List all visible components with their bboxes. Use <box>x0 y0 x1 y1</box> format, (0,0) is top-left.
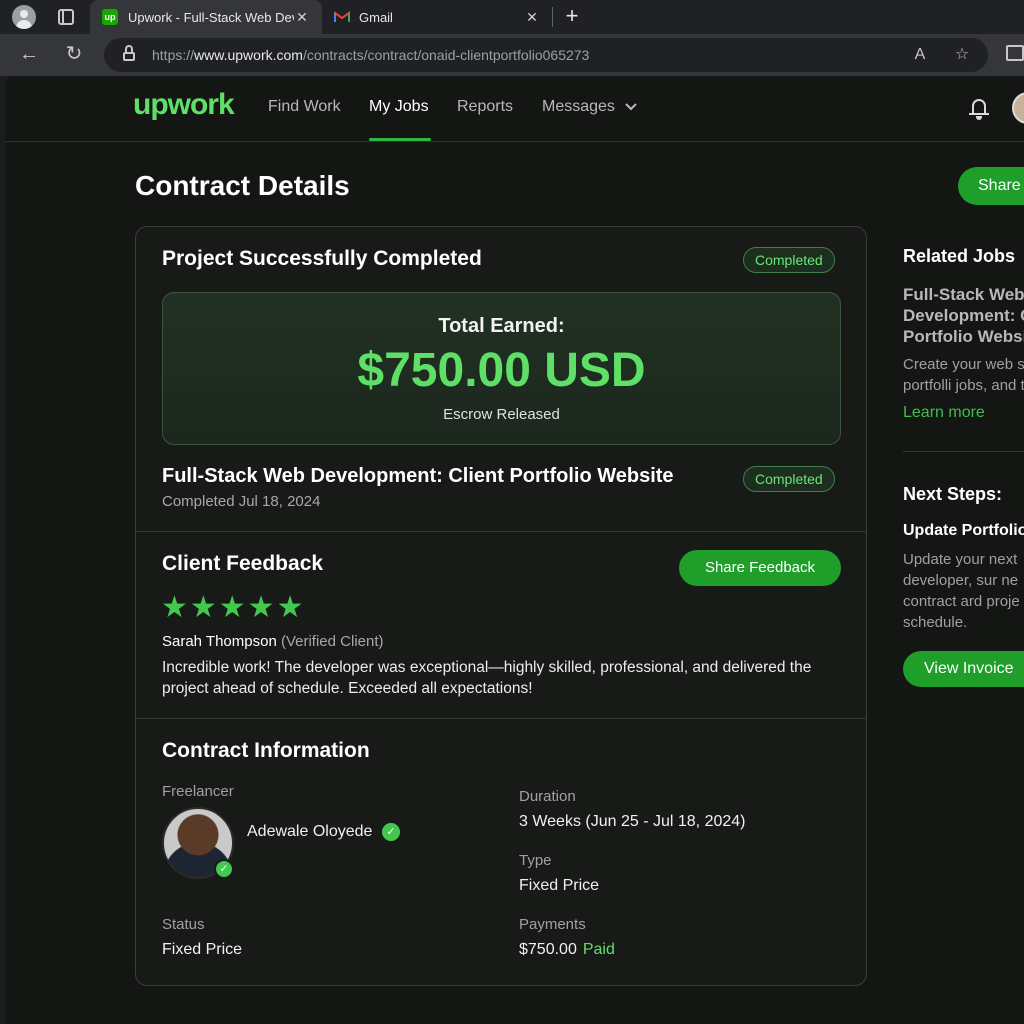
next-steps-line: contract ard proje <box>903 593 1020 610</box>
next-steps-line: schedule. <box>903 614 968 631</box>
nav-messages[interactable]: Messages <box>542 98 638 116</box>
total-earned-amount: $750.00 USD <box>357 344 646 397</box>
related-desc-line: portfolli jobs, and t <box>903 377 1024 394</box>
review-text: Incredible work! The developer was excep… <box>162 659 812 697</box>
status-value: Fixed Price <box>162 941 243 958</box>
status-label: Status <box>162 916 205 933</box>
reviewer-name-text: Sarah Thompson <box>162 633 277 650</box>
completion-date: Completed Jul 18, 2024 <box>162 493 321 510</box>
split-screen-icon[interactable] <box>1006 45 1024 61</box>
next-steps-line: developer, sur ne <box>903 572 1019 589</box>
type-value: Fixed Price <box>519 877 600 894</box>
verified-client-tag: (Verified Client) <box>280 633 384 650</box>
job-status-badge: Completed <box>743 466 835 492</box>
nav-find-work[interactable]: Find Work <box>268 98 341 116</box>
read-aloud-icon[interactable]: A <box>910 45 930 65</box>
page-title: Contract Details <box>135 170 350 201</box>
upwork-logo[interactable]: upwork <box>133 88 235 122</box>
contract-info-title: Contract Information <box>162 739 370 762</box>
nav-reports[interactable]: Reports <box>457 98 513 116</box>
reload-icon[interactable]: ↻ <box>62 42 86 66</box>
related-desc-line: Create your web si <box>903 356 1024 373</box>
nav-my-jobs[interactable]: My Jobs <box>369 98 429 116</box>
tab-gmail[interactable]: Gmail ✕ <box>324 0 552 34</box>
page-viewport: upwork Find Work My Jobs Reports Message… <box>5 76 1024 1024</box>
type-label: Type <box>519 852 552 869</box>
star-icon[interactable]: ☆ <box>952 45 972 65</box>
back-arrow-icon[interactable]: ← <box>17 42 41 66</box>
duration-value: 3 Weeks (Jun 25 - Jul 18, 2024) <box>519 813 746 830</box>
contract-card: Project Successfully Completed Completed… <box>135 226 867 986</box>
close-icon[interactable]: ✕ <box>294 9 310 26</box>
learn-more-link[interactable]: Learn more <box>903 404 985 422</box>
related-jobs-title: Related Jobs <box>903 246 1016 266</box>
active-nav-indicator <box>369 138 431 141</box>
gmail-favicon-icon <box>334 11 350 22</box>
next-steps-description: Update your next developer, sur ne contr… <box>903 549 1024 633</box>
tab-divider <box>552 7 553 27</box>
upwork-favicon-icon: up <box>102 9 118 25</box>
site-header: upwork Find Work My Jobs Reports Message… <box>5 76 1024 142</box>
profile-icon[interactable] <box>12 5 36 29</box>
related-job-title[interactable]: Full-Stack Web Development: C Portfolio … <box>903 284 1024 347</box>
next-steps-title: Next Steps: <box>903 484 1003 504</box>
verified-check-icon: ✓ <box>214 859 234 879</box>
share-feedback-button[interactable]: Share Feedback <box>679 550 841 586</box>
related-job-line: Development: C <box>903 306 1024 325</box>
related-job-line: Portfolio Websit <box>903 327 1024 346</box>
payments-label: Payments <box>519 916 586 933</box>
freelancer-label: Freelancer <box>162 783 234 800</box>
reviewer-name: Sarah Thompson (Verified Client) <box>162 633 384 650</box>
escrow-status: Escrow Released <box>443 406 560 423</box>
lock-icon[interactable] <box>123 45 135 61</box>
star-rating-icon: ★★★★★ <box>161 591 306 624</box>
url-text: https://www.upwork.com/contracts/contrac… <box>152 47 590 63</box>
tab-title: Upwork - Full-Stack Web Dev <box>128 9 294 25</box>
total-earned-label: Total Earned: <box>438 315 565 337</box>
sidebar-divider <box>903 451 1024 452</box>
total-earned-box: Total Earned: $750.00 USD Escrow Release… <box>162 292 841 445</box>
job-title[interactable]: Full-Stack Web Development: Client Portf… <box>162 465 674 488</box>
status-badge: Completed <box>743 247 835 273</box>
completed-title: Project Successfully Completed <box>162 247 482 270</box>
section-divider <box>136 531 866 532</box>
verified-badge-icon: ✓ <box>382 823 400 841</box>
new-tab-icon[interactable]: + <box>562 5 582 27</box>
user-avatar[interactable] <box>1012 92 1024 124</box>
update-portfolio-title: Update Portfolio <box>903 522 1024 539</box>
duration-label: Duration <box>519 788 576 805</box>
section-divider <box>136 718 866 719</box>
freelancer-name[interactable]: Adewale Oloyede <box>247 823 372 841</box>
payments-amount: $750.00 <box>519 941 577 958</box>
browser-tab-bar: up Upwork - Full-Stack Web Dev ✕ Gmail ✕… <box>0 0 1024 34</box>
tab-upwork[interactable]: up Upwork - Full-Stack Web Dev ✕ <box>90 0 322 34</box>
address-bar[interactable]: https://www.upwork.com/contracts/contrac… <box>104 38 988 72</box>
bell-icon[interactable] <box>969 98 989 120</box>
view-invoice-button[interactable]: View Invoice <box>903 651 1024 687</box>
related-job-line: Full-Stack Web <box>903 285 1024 304</box>
payments-value: $750.00 Paid <box>519 941 615 959</box>
next-steps-line: Update your next <box>903 551 1018 568</box>
tab-actions-icon[interactable] <box>58 9 74 25</box>
tab-title: Gmail <box>359 9 393 25</box>
paid-status: Paid <box>582 941 615 958</box>
related-job-description: Create your web si portfolli jobs, and t <box>903 354 1024 396</box>
feedback-title: Client Feedback <box>162 552 324 575</box>
chevron-down-icon <box>625 103 638 111</box>
browser-toolbar: ← ↻ https://www.upwork.com/contracts/con… <box>0 34 1024 76</box>
share-button[interactable]: Share <box>958 167 1024 205</box>
nav-messages-label: Messages <box>542 98 615 115</box>
close-icon[interactable]: ✕ <box>524 9 540 26</box>
